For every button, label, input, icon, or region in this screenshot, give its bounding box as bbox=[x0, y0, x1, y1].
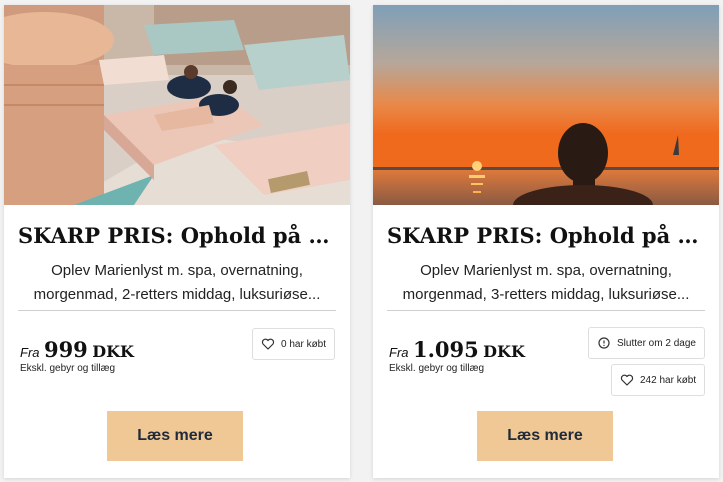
read-more-button[interactable]: Læs mere bbox=[107, 411, 243, 461]
bought-count-badge: 242 har købt bbox=[611, 364, 706, 396]
offer-description-line-1: Oplev Marienlyst m. spa, overnatning, bbox=[51, 262, 303, 279]
divider bbox=[387, 310, 705, 311]
offer-description-line-2: morgenmad, 2-retters middag, luksuriøse.… bbox=[33, 286, 321, 303]
offer-description: Oplev Marienlyst m. spa, overnatning, mo… bbox=[4, 259, 350, 307]
heart-icon bbox=[261, 337, 275, 351]
offer-card-2[interactable]: SKARP PRIS: Ophold på Mar... Oplev Marie… bbox=[373, 5, 719, 478]
ends-in-badge: Slutter om 2 dage bbox=[588, 327, 705, 359]
read-more-button[interactable]: Læs mere bbox=[477, 411, 613, 461]
offer-description: Oplev Marienlyst m. spa, overnatning, mo… bbox=[373, 259, 719, 307]
bought-count-text: 242 har købt bbox=[640, 374, 697, 386]
price-amount: 1.095 bbox=[412, 337, 479, 362]
offers-grid: SKARP PRIS: Ophold på Mar... Oplev Marie… bbox=[0, 0, 723, 482]
offer-image-sunset-pool[interactable] bbox=[373, 5, 719, 205]
price-prefix: Fra bbox=[389, 345, 409, 360]
divider bbox=[18, 310, 336, 311]
heart-icon bbox=[620, 373, 634, 387]
price-prefix: Fra bbox=[20, 345, 40, 360]
offer-description-line-1: Oplev Marienlyst m. spa, overnatning, bbox=[420, 262, 672, 279]
offer-title[interactable]: SKARP PRIS: Ophold på Mar... bbox=[373, 223, 719, 248]
price-currency: DKK bbox=[483, 342, 525, 361]
offer-price: Fra 999 DKK bbox=[20, 337, 134, 362]
bought-count-badge: 0 har købt bbox=[252, 328, 336, 360]
bought-count-text: 0 har købt bbox=[281, 338, 327, 350]
offer-image-spa-loungers[interactable] bbox=[4, 5, 350, 205]
offer-description-line-2: morgenmad, 3-retters middag, luksuriøse.… bbox=[402, 286, 690, 303]
price-fees-note: Ekskl. gebyr og tillæg bbox=[20, 363, 116, 374]
price-fees-note: Ekskl. gebyr og tillæg bbox=[389, 363, 485, 374]
clock-icon bbox=[597, 336, 611, 350]
ends-in-text: Slutter om 2 dage bbox=[617, 337, 696, 349]
price-currency: DKK bbox=[92, 342, 134, 361]
offer-price: Fra 1.095 DKK bbox=[389, 337, 525, 362]
price-amount: 999 bbox=[43, 337, 88, 362]
offer-title[interactable]: SKARP PRIS: Ophold på Mar... bbox=[4, 223, 350, 248]
offer-card-1[interactable]: SKARP PRIS: Ophold på Mar... Oplev Marie… bbox=[4, 5, 350, 478]
